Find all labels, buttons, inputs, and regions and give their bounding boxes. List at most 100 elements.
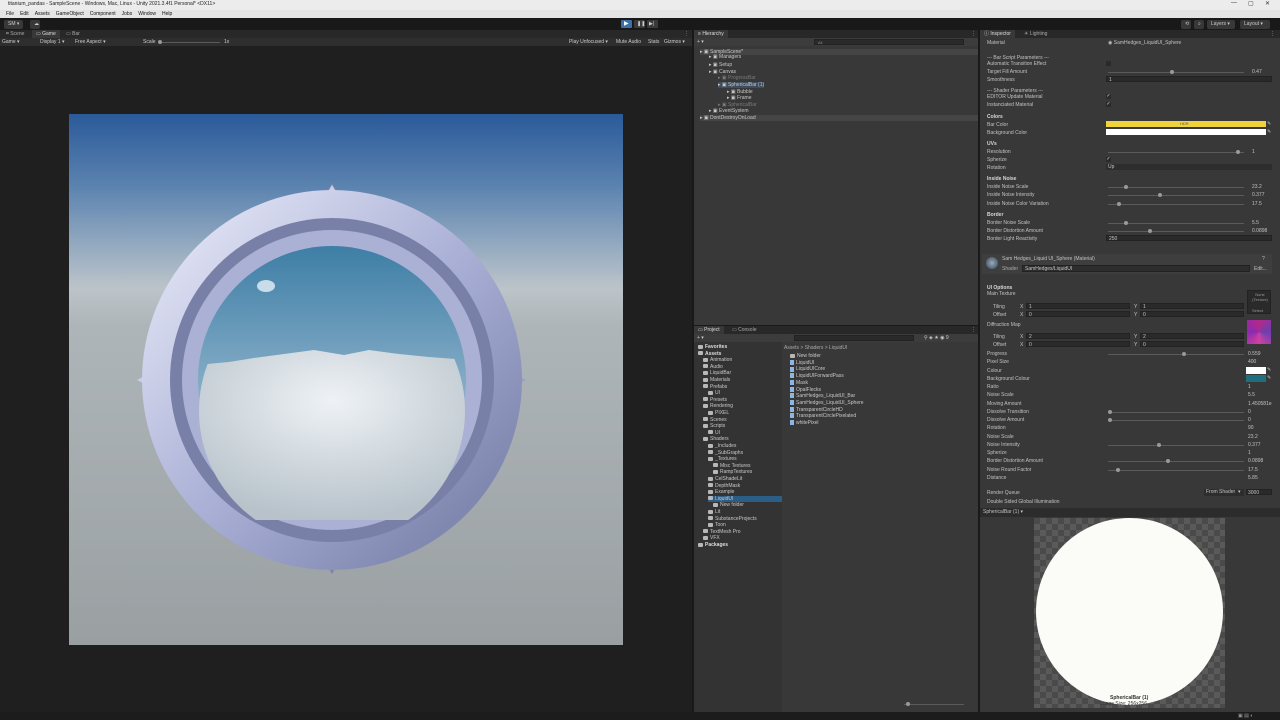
hierarchy-item[interactable]: ▸ ▣ EventSystem [709,108,749,114]
inspector-slider[interactable] [1108,70,1244,75]
project-tree-item[interactable]: Favorites [698,344,727,350]
more-options-icon[interactable]: ⋮ [684,30,689,38]
project-tree-item[interactable]: SubstanceProjects [708,516,757,522]
filter-icons[interactable]: ⚲ ◈ ★ ◉ 9 [924,334,949,342]
preview-title[interactable]: SphericalBar (1) ▾ [983,509,1023,515]
eyedropper-icon[interactable]: ✎ [1267,375,1271,381]
material-value[interactable]: 23.2 [1248,434,1258,440]
project-tree-item[interactable]: _Includes [708,443,736,449]
search-icon[interactable]: ⌕ [1194,20,1204,29]
menu-window[interactable]: Window [138,10,156,18]
project-tree-item[interactable]: LiquidBar [703,370,731,376]
asset-item[interactable]: TransparentCircleHD [790,407,843,413]
render-queue-mode-dropdown[interactable]: From Shader ▾ [1204,489,1244,496]
layers-dropdown[interactable]: Layers ▾ [1207,20,1235,29]
account-button[interactable]: SM ▾ [4,20,24,29]
inspector-slider[interactable] [1108,220,1244,225]
asset-item[interactable]: Mask [790,380,808,386]
project-tree-item[interactable]: Misc Textures [713,463,750,469]
inspector-dropdown[interactable]: Up [1106,164,1272,171]
gizmos-dropdown[interactable]: Gizmos ▾ [664,38,685,46]
asset-item[interactable]: whitePixel [790,420,819,426]
hierarchy-item[interactable]: ▸ ▣ DontDestroyOnLoad [700,115,978,121]
maximize-icon[interactable]: ▢ [1248,0,1254,7]
main-tiling-y-input[interactable]: 1 [1140,303,1244,310]
main-offset-x-input[interactable]: 0 [1026,311,1130,318]
eyedropper-icon[interactable]: ✎ [1267,129,1271,135]
hierarchy-item[interactable]: ▸ ▣ SampleScene* [700,49,978,55]
status-icons[interactable]: ▣ ▤ ◐ [1238,713,1253,719]
material-value[interactable]: 1 [1248,450,1251,456]
inspector-slider[interactable] [1108,185,1244,190]
material-value[interactable]: 0 [1248,409,1251,415]
close-icon[interactable]: ✕ [1265,0,1270,7]
step-button[interactable]: ▶| [647,20,658,28]
hierarchy-item[interactable]: ▸ ▣ Setup [709,62,732,68]
project-tree-item[interactable]: Toon [708,522,726,528]
material-value[interactable]: 0.559 [1248,351,1261,357]
menu-component[interactable]: Component [90,10,116,18]
material-value[interactable]: 400 [1248,359,1256,365]
diff-offset-y-input[interactable]: 0 [1140,341,1244,348]
project-tree-item[interactable]: VFX [703,535,720,541]
shader-dropdown[interactable]: SamHedges/LiquidUI [1022,265,1250,272]
material-value[interactable]: 1.450581e [1248,401,1272,407]
material-value[interactable]: 0.0898 [1248,458,1263,464]
project-tree-item[interactable]: CelShadeLit [708,476,742,482]
asset-item[interactable]: New folder [790,353,821,359]
material-value[interactable]: 17.5 [1248,467,1258,473]
tab-hierarchy[interactable]: ≡ Hierarchy [694,30,728,38]
eyedropper-icon[interactable]: ✎ [1267,121,1271,127]
inspector-checkbox[interactable] [1106,61,1111,66]
material-value[interactable]: 1 [1248,384,1251,390]
asset-item[interactable]: LiquidUICore [790,366,825,372]
asset-item[interactable]: OpalFlecks [790,387,821,393]
play-button[interactable]: ▶ [621,20,632,28]
inspector-field[interactable]: 250 [1106,234,1272,242]
hierarchy-item[interactable]: ▸ ▣ SphericalBar (1) [718,82,765,88]
inspector-value[interactable]: 17.5 [1252,201,1262,207]
project-tree-item[interactable]: New folder [713,502,744,508]
inspector-field[interactable]: 1 [1106,76,1272,83]
project-tree-item[interactable]: Materials [703,377,730,383]
aspect-dropdown[interactable]: Free Aspect ▾ [75,38,106,46]
main-texture-slot[interactable]: None (Texture) Select [1247,290,1271,314]
display-dropdown[interactable]: Display 1 ▾ [40,38,64,46]
project-tree-item[interactable]: Example [708,489,734,495]
project-tree-item[interactable]: _SubGraphs [708,450,743,456]
project-tree-item[interactable]: Rendering [703,403,733,409]
add-button[interactable]: + ▾ [697,38,704,46]
history-icon[interactable]: ⟲ [1181,20,1191,29]
edit-shader-button[interactable]: Edit... [1254,266,1267,272]
project-tree-item[interactable]: Scripts [703,423,725,429]
material-slider[interactable] [1108,467,1244,472]
material-value[interactable]: 0.377 [1248,442,1261,448]
diff-offset-x-input[interactable]: 0 [1026,341,1130,348]
game-viewport[interactable] [69,114,623,645]
project-tree-item[interactable]: LiquidUI [708,495,782,502]
menu-help[interactable]: Help [162,10,172,18]
material-color-swatch[interactable] [1246,366,1266,374]
asset-item[interactable]: LiquidUI [790,360,814,366]
material-value[interactable]: 0 [1248,417,1251,423]
mute-audio-toggle[interactable]: Mute Audio [616,38,641,46]
tab-inspector[interactable]: ⓘ Inspector [980,30,1015,38]
tab-scene[interactable]: ⌗ Scene [2,30,28,38]
asset-item[interactable]: LiquidUIForwardPass [790,373,844,379]
material-value[interactable]: 90 [1248,425,1254,431]
tab-game[interactable]: ▭ Game [32,30,60,38]
diffraction-map-slot[interactable] [1247,320,1271,344]
icon-size-slider[interactable] [904,702,964,706]
pause-button[interactable]: ❚❚ [634,20,645,28]
tab-console[interactable]: ▭ Console [728,326,760,334]
material-color-swatch[interactable] [1246,374,1266,382]
project-tree-item[interactable]: Presets [703,397,727,403]
inspector-checkbox[interactable]: ✓ [1106,94,1111,100]
more-options-icon[interactable]: ⋮ [971,30,976,38]
tab-project[interactable]: ▭ Project [694,326,724,334]
menu-jobs[interactable]: Jobs [122,10,133,18]
hierarchy-item[interactable]: ▸ ▣ Bubble [727,89,753,95]
inspector-slider[interactable] [1108,149,1244,154]
material-slider[interactable] [1108,352,1244,356]
project-tree-item[interactable]: Prefabs [703,384,727,390]
